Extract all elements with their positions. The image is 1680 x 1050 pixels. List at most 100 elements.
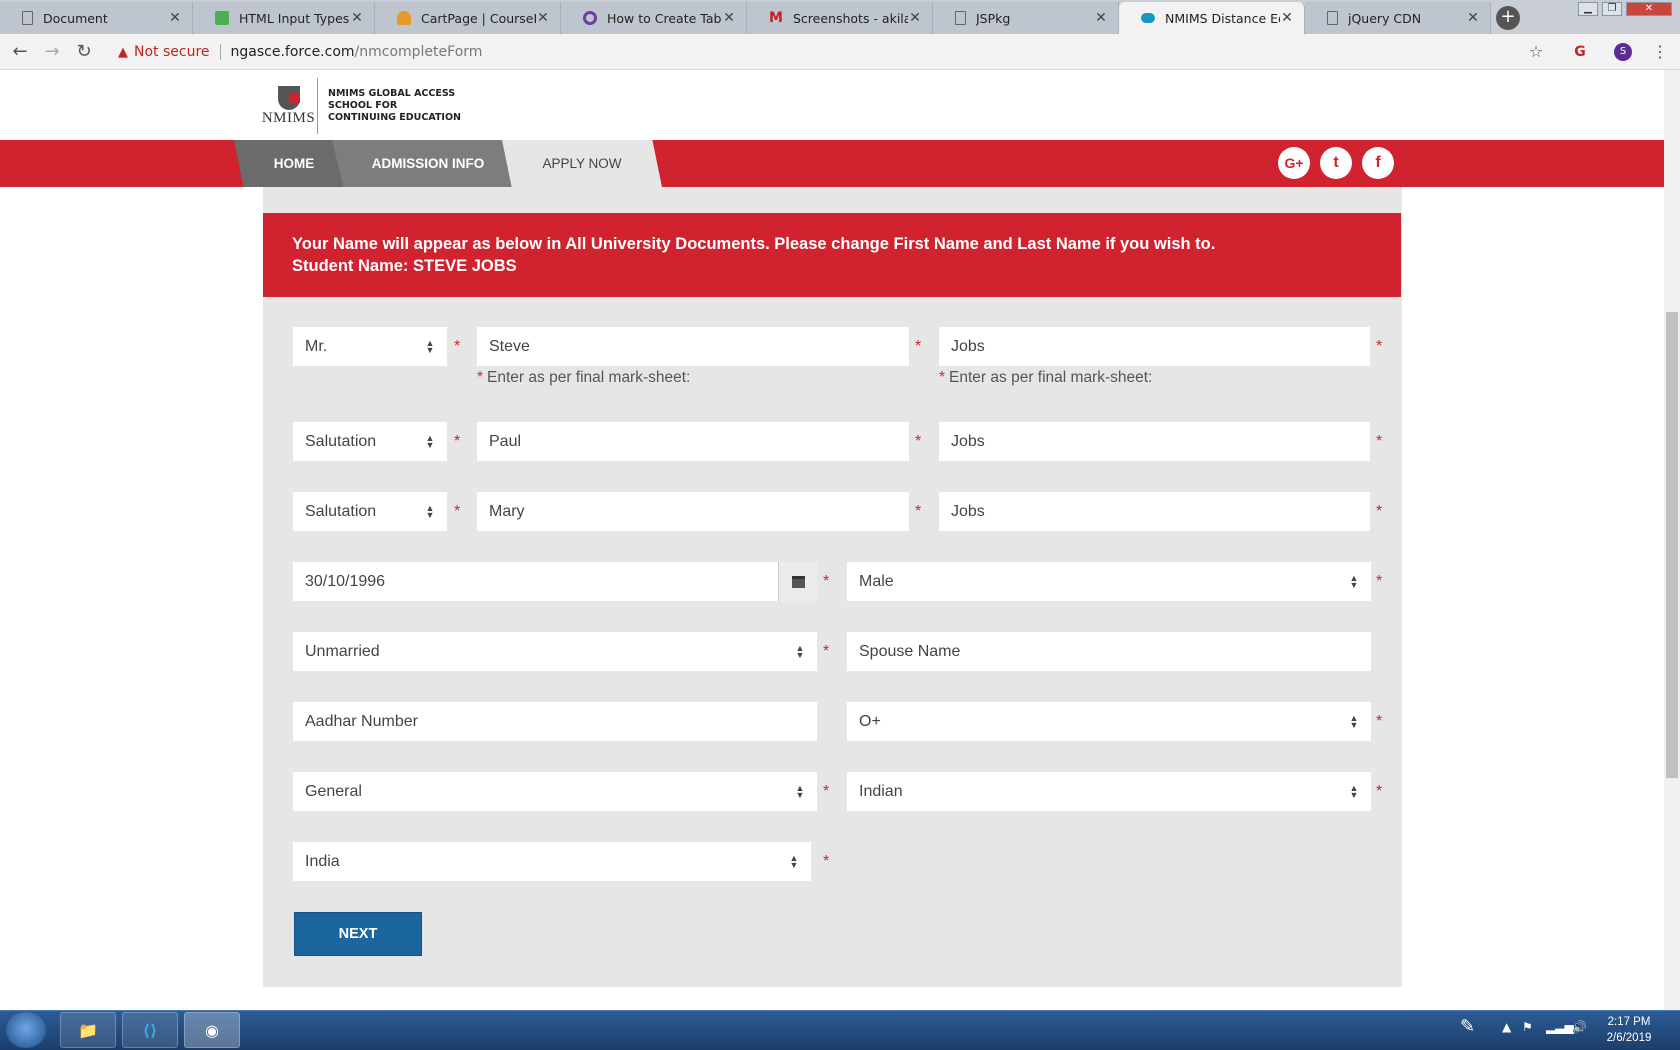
vscode-icon[interactable]: ⟨⟩ xyxy=(122,1012,178,1048)
select-caret-icon: ▲ ▼ xyxy=(1349,712,1359,730)
new-tab-button[interactable]: + xyxy=(1496,6,1520,30)
required-marker: * xyxy=(823,853,830,870)
twitter-icon[interactable]: t xyxy=(1320,147,1352,179)
nav-admission-info[interactable]: ADMISSION INFO xyxy=(332,140,524,187)
close-tab-icon[interactable]: ✕ xyxy=(168,10,182,26)
browser-tab[interactable]: jQuery CDN ✕ xyxy=(1305,2,1491,34)
network-icon[interactable]: ▂▃▅ xyxy=(1546,1020,1574,1034)
calendar-icon[interactable] xyxy=(778,562,817,601)
document-icon xyxy=(955,11,966,25)
category-select[interactable]: General ▲ ▼ xyxy=(293,772,817,811)
required-marker: * xyxy=(1376,433,1383,450)
notice-text: Your Name will appear as below in All Un… xyxy=(292,235,1216,253)
select-caret-icon: ▲ ▼ xyxy=(1349,782,1359,800)
maximize-button[interactable]: ❐ xyxy=(1602,2,1622,16)
close-tab-icon[interactable]: ✕ xyxy=(908,10,922,26)
mother-last-name-input[interactable]: Jobs xyxy=(939,492,1370,531)
close-tab-icon[interactable]: ✕ xyxy=(1280,10,1294,26)
select-caret-icon: ▲ ▼ xyxy=(425,432,435,450)
father-first-name-input[interactable]: Paul xyxy=(477,422,909,461)
divider xyxy=(219,44,221,60)
tray-expand-icon[interactable]: ▲ xyxy=(1502,1020,1511,1034)
bookmark-star-icon[interactable]: ☆ xyxy=(1524,40,1548,64)
select-caret-icon: ▲ ▼ xyxy=(795,782,805,800)
forward-arrow-icon[interactable]: → xyxy=(40,40,64,64)
warning-icon: ▲ xyxy=(118,44,128,60)
minimize-button[interactable]: ▁ xyxy=(1578,2,1598,16)
profile-avatar[interactable]: S xyxy=(1614,43,1632,61)
notes-icon[interactable]: ✎ xyxy=(1460,1016,1475,1037)
menu-kebab-icon[interactable]: ⋮ xyxy=(1648,40,1672,64)
school-name: NMIMS GLOBAL ACCESS SCHOOL FOR CONTINUIN… xyxy=(328,88,461,123)
country-select[interactable]: India ▲ ▼ xyxy=(293,842,811,881)
last-name-input[interactable]: Jobs xyxy=(939,327,1370,366)
w3schools-icon xyxy=(215,11,229,25)
select-caret-icon: ▲ ▼ xyxy=(425,502,435,520)
security-status[interactable]: Not secure xyxy=(134,44,210,60)
browser-tab-active[interactable]: NMIMS Distance Educ ✕ xyxy=(1119,2,1305,34)
salesforce-icon xyxy=(1141,13,1155,23)
close-tab-icon[interactable]: ✕ xyxy=(1094,10,1108,26)
browser-tab[interactable]: CartPage | CourseBroth ✕ xyxy=(375,2,561,34)
required-marker: * xyxy=(915,503,922,520)
nav-apply-now[interactable]: APPLY NOW xyxy=(502,140,662,187)
select-caret-icon: ▲ ▼ xyxy=(795,642,805,660)
system-clock[interactable]: 2:17 PM 2/6/2019 xyxy=(1590,1014,1668,1046)
browser-tab[interactable]: M Screenshots - akilahme ✕ xyxy=(747,2,933,34)
windows-taskbar xyxy=(0,1010,1680,1050)
url-path: /nmcompleteForm xyxy=(354,44,483,60)
next-button[interactable]: NEXT xyxy=(294,912,422,956)
first-name-input[interactable]: Steve xyxy=(477,327,909,366)
browser-tab-strip: Document ✕ HTML Input Types ✕ CartPage |… xyxy=(0,0,1680,34)
required-marker: * xyxy=(915,433,922,450)
browser-tab[interactable]: How to Create Tabbed ✕ xyxy=(561,2,747,34)
nmims-logo[interactable]: NMIMS NMIMS GLOBAL ACCESS SCHOOL FOR CON… xyxy=(260,76,480,136)
close-window-button[interactable]: ✕ xyxy=(1626,2,1672,16)
address-bar[interactable]: ▲ Not secure ngasce.force.com/nmcomplete… xyxy=(108,39,1556,65)
mother-salutation-select[interactable]: Salutation ▲ ▼ xyxy=(293,492,447,531)
required-marker: * xyxy=(915,338,922,355)
browser-tab[interactable]: Document ✕ xyxy=(0,2,193,34)
close-tab-icon[interactable]: ✕ xyxy=(722,10,736,26)
browser-tab[interactable]: HTML Input Types ✕ xyxy=(193,2,375,34)
required-marker: * xyxy=(454,338,461,355)
extension-icon[interactable]: G xyxy=(1568,40,1592,64)
browser-tab[interactable]: JSPkg ✕ xyxy=(933,2,1119,34)
mother-first-name-input[interactable]: Mary xyxy=(477,492,909,531)
nationality-select[interactable]: Indian ▲ ▼ xyxy=(847,772,1371,811)
chrome-icon[interactable]: ◉ xyxy=(184,1012,240,1048)
required-marker: * xyxy=(823,643,830,660)
close-tab-icon[interactable]: ✕ xyxy=(1466,10,1480,26)
gmail-icon: M xyxy=(769,10,783,26)
father-salutation-select[interactable]: Salutation ▲ ▼ xyxy=(293,422,447,461)
reload-icon[interactable]: ↻ xyxy=(72,40,96,64)
salutation-select[interactable]: Mr. ▲ ▼ xyxy=(293,327,447,366)
back-arrow-icon[interactable]: ← xyxy=(8,40,32,64)
spouse-name-input[interactable]: Spouse Name xyxy=(847,632,1371,671)
required-marker: * xyxy=(1376,783,1383,800)
facebook-icon[interactable]: f xyxy=(1362,147,1394,179)
file-explorer-icon[interactable]: 📁 xyxy=(60,1012,116,1048)
cart-icon xyxy=(397,11,411,25)
volume-icon[interactable]: 🔊 xyxy=(1572,1020,1587,1034)
select-caret-icon: ▲ ▼ xyxy=(789,852,799,870)
aadhar-number-input[interactable]: Aadhar Number xyxy=(293,702,817,741)
close-tab-icon[interactable]: ✕ xyxy=(536,10,550,26)
marital-status-select[interactable]: Unmarried ▲ ▼ xyxy=(293,632,817,671)
start-button[interactable] xyxy=(6,1012,46,1048)
required-marker: * xyxy=(454,433,461,450)
shield-icon xyxy=(277,85,300,110)
father-last-name-input[interactable]: Jobs xyxy=(939,422,1370,461)
blood-group-select[interactable]: O+ ▲ ▼ xyxy=(847,702,1371,741)
logo-wordmark: NMIMS xyxy=(261,109,316,126)
required-marker: * xyxy=(1376,713,1383,730)
gender-select[interactable]: Male ▲ ▼ xyxy=(847,562,1371,601)
name-notice-banner: Your Name will appear as below in All Un… xyxy=(263,213,1401,297)
date-of-birth-input[interactable]: 30/10/1996 xyxy=(293,562,778,601)
required-marker: * xyxy=(1376,573,1383,590)
scrollbar-thumb[interactable] xyxy=(1666,312,1678,778)
google-plus-icon[interactable]: G+ xyxy=(1278,147,1310,179)
document-icon xyxy=(22,11,33,25)
close-tab-icon[interactable]: ✕ xyxy=(350,10,364,26)
action-center-icon[interactable]: ⚑ xyxy=(1522,1020,1533,1034)
